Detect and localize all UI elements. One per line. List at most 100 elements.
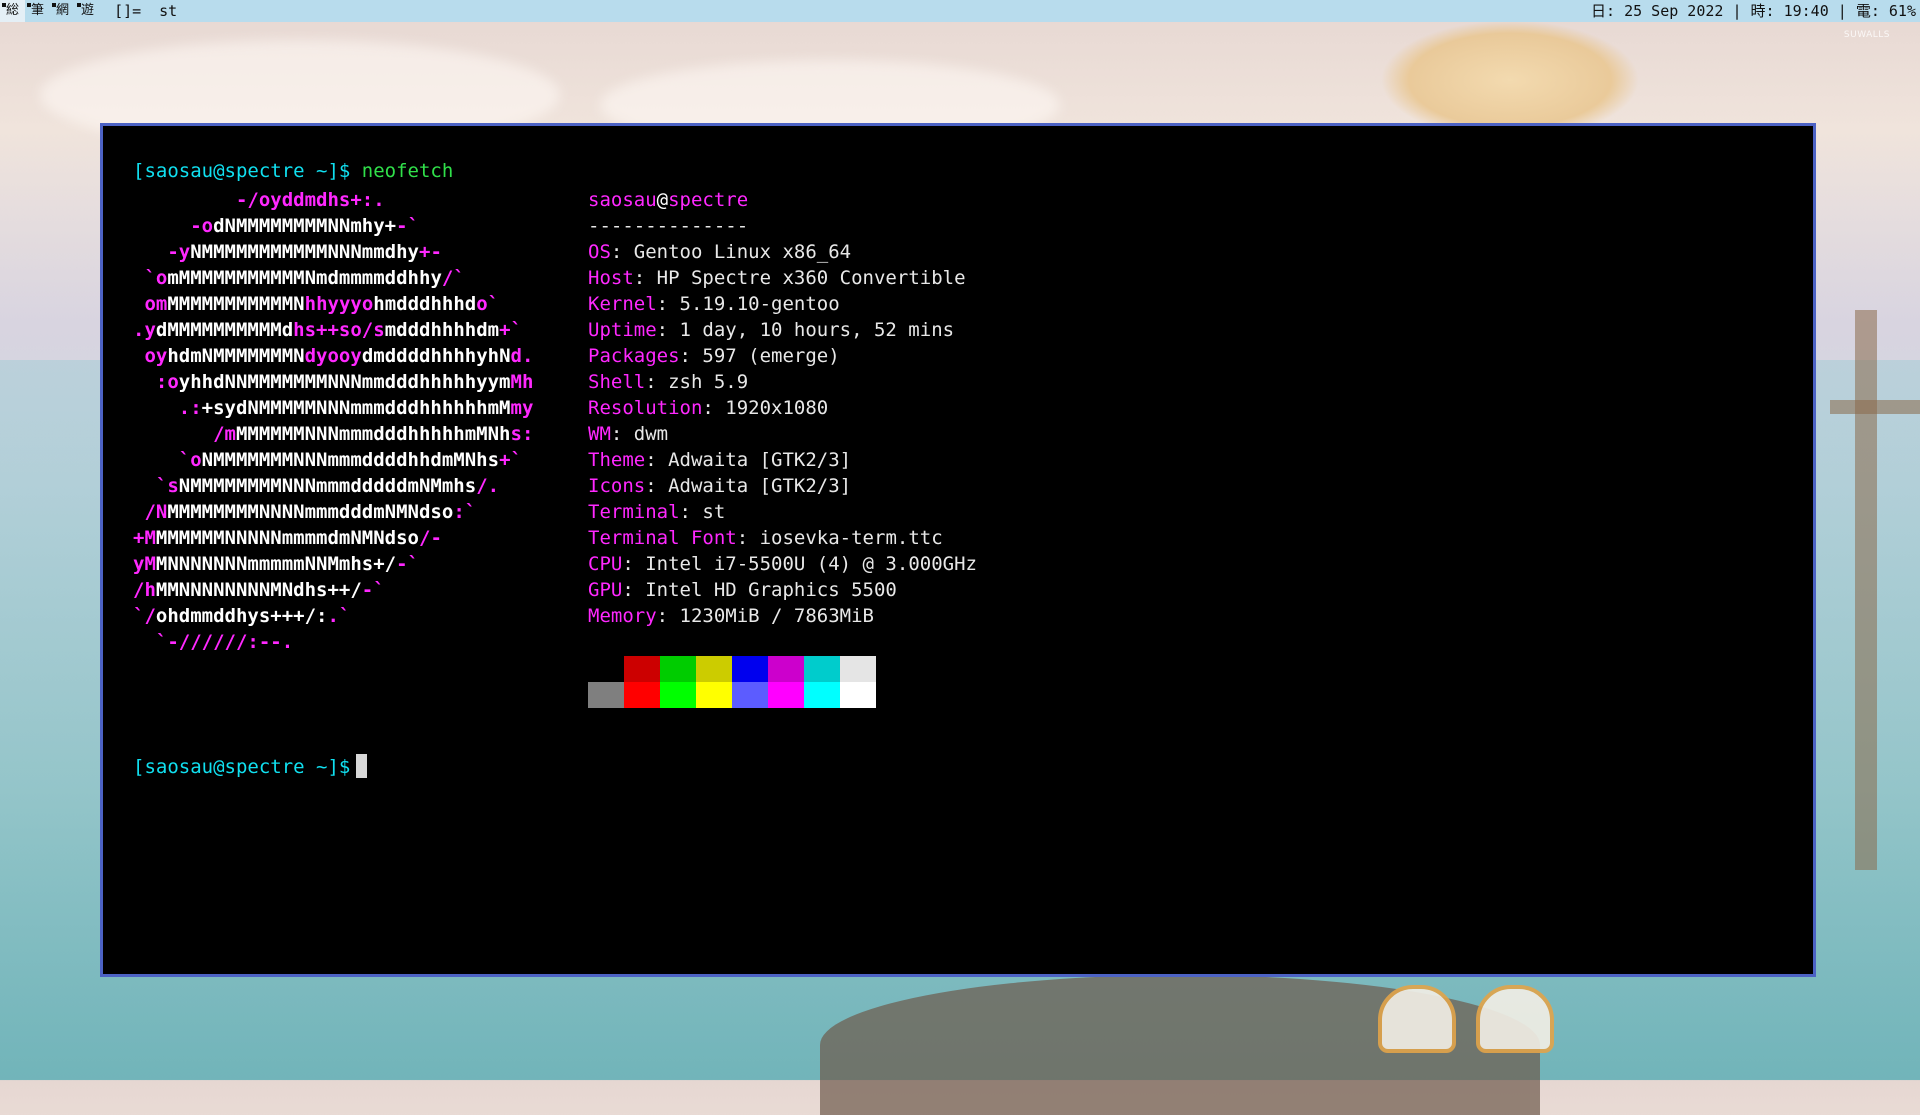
wallpaper-shoe [1378,985,1456,1053]
layout-symbol[interactable]: []= [100,0,151,22]
logo-segment: dyooy [304,345,362,367]
info-colon: : [679,345,703,367]
info-value: 1230MiB / 7863MiB [679,605,874,627]
command-line: [saosau@spectre ~]$ neofetch [133,158,453,184]
terminal-window[interactable]: [saosau@spectre ~]$ neofetch -/oyddmdhs+… [100,123,1816,977]
logo-line: `-//////:--. [133,629,533,655]
tag-label: 遊 [81,3,95,18]
system-info: saosau@spectre -------------- OS: Gentoo… [588,187,977,629]
logo-segment: MNNNNNNNmmmmmNNMmhs+/ [155,553,397,575]
logo-segment: +` [499,449,522,471]
separator: -------------- [588,215,749,237]
color-swatch [768,682,804,708]
info-line: Uptime: 1 day, 10 hours, 52 mins [588,317,977,343]
logo-segment: MMNNNNNNNNMNdhs++/ [155,579,362,601]
logo-segment: dmddddhhhhyhN [361,345,511,367]
logo-line: :oyhhdNNMMMMMMMNNNmmdddhhhhhyymMh [133,369,534,395]
logo-segment: NMMMMMMMNNNmmmddddhhdmMNhs [201,449,500,471]
tag-3[interactable]: 網 [50,0,75,22]
logo-line: -odNMMMMMMMMNNmhy+-` [133,213,533,239]
logo-segment: +- [419,241,442,263]
logo-segment: :` [453,501,477,523]
logo-segment: dNMMMMMMMMNNmhy+ [213,215,397,237]
logo-segment: `/ [133,605,156,627]
info-colon: : [645,371,669,393]
logo-segment: /m [133,423,236,445]
info-value: 5.19.10-gentoo [679,293,840,315]
info-line: Theme: Adwaita [GTK2/3] [588,447,977,473]
color-swatch [840,682,876,708]
logo-segment: /N [133,501,168,523]
tag-label: 網 [56,3,70,18]
info-key: Terminal [588,501,680,523]
logo-segment: yM [133,553,156,575]
logo-segment: ` [133,267,156,289]
logo-segment: MMMMMMNNNNNmmmmdmNMNdso [155,527,419,549]
logo-segment: `o [133,449,202,471]
wallpaper-watermark: SUWALLS [1843,30,1890,40]
info-key: Host [588,267,634,289]
color-swatch [696,682,732,708]
tag-list: 総 筆 網 遊 []= st [0,0,185,22]
logo-segment: :o [133,371,179,393]
info-key: Terminal Font [588,527,737,549]
logo-segment: /. [476,475,500,497]
logo-segment: Mh [510,371,534,393]
color-swatch [660,682,696,708]
logo-segment: ohdmmddhys+++/: [155,605,328,627]
info-line: OS: Gentoo Linux x86_64 [588,239,977,265]
user-host-line: saosau@spectre [588,187,977,213]
shell-prompt: [saosau@spectre ~]$ [133,160,351,182]
active-prompt-line[interactable]: [saosau@spectre ~]$ [133,754,368,780]
logo-segment: /- [419,527,442,549]
logo-segment: /` [441,267,465,289]
logo-segment: .y [133,319,156,341]
wallpaper-character [1380,20,1640,140]
info-key: Uptime [588,319,657,341]
logo-line: /hMMNNNNNNNNMNdhs++/-` [133,577,533,603]
logo-segment: .: [133,397,202,419]
info-colon: : [656,605,680,627]
logo-segment: -y [167,241,191,263]
tag-label: 総 [6,3,20,18]
wallpaper-shoe [1476,985,1554,1053]
tag-label: 筆 [31,3,45,18]
color-swatch [660,656,696,682]
info-colon: : [679,501,703,523]
logo-segment: mMMMMMMMMMMMNmdmmmmddhhy [167,267,442,289]
at-sign: @ [656,189,669,211]
logo-line: `sNMMMMMMMMNNNmmmdddddmNMmhs/. [133,473,533,499]
logo-segment: -` [396,553,419,575]
info-line: Kernel: 5.19.10-gentoo [588,291,977,317]
logo-line: omMMMMMMMMMMMNhhyyyohmdddhhhdo` [133,291,533,317]
info-value: dwm [633,423,669,445]
info-line: GPU: Intel HD Graphics 5500 [588,577,977,603]
info-colon: : [645,449,669,471]
wallpaper-pier-post [1855,310,1877,870]
logo-segment: +sydNMMMMMNNNmmmdddhhhhhhmM [201,397,511,419]
logo-line: `/ohdmmddhys+++/:.` [133,603,533,629]
logo-segment: -` [396,215,420,237]
info-key: Kernel [588,293,657,315]
color-swatch [624,682,660,708]
tag-2[interactable]: 筆 [25,0,50,22]
info-value: HP Spectre x360 Convertible [656,267,966,289]
info-line: Icons: Adwaita [GTK2/3] [588,473,977,499]
username: saosau [588,189,657,211]
logo-segment: hmdddhhhd [373,293,477,315]
logo-segment: d. [510,345,534,367]
info-line: Shell: zsh 5.9 [588,369,977,395]
info-colon: : [736,527,760,549]
tag-1[interactable]: 総 [0,0,26,22]
command-text: neofetch [361,160,454,182]
tag-4[interactable]: 遊 [75,0,100,22]
logo-segment: +M [133,527,156,549]
info-colon: : [645,475,669,497]
color-swatch [696,656,732,682]
logo-segment: oy [133,345,168,367]
info-value: Intel i7-5500U (4) @ 3.000GHz [645,553,977,575]
logo-segment [133,293,144,315]
status-bar: 総 筆 網 遊 []= st 日: 25 Sep 2022 | 時: 19:40… [0,0,1920,22]
info-list: OS: Gentoo Linux x86_64 Host: HP Spectre … [588,239,977,629]
info-colon: : [656,293,680,315]
